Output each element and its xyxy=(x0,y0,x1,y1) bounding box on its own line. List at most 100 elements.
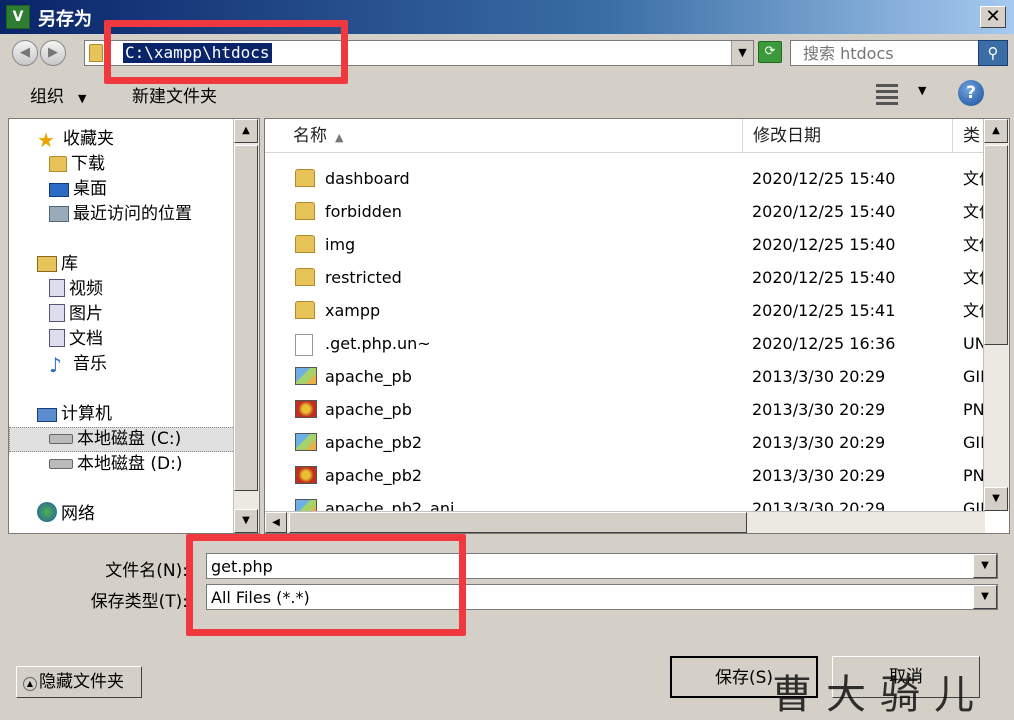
nav-item-network[interactable]: 网络 xyxy=(37,502,95,527)
nav-item-label: 计算机 xyxy=(61,404,112,424)
file-name: forbidden xyxy=(325,202,402,221)
search-box[interactable]: ⚲ xyxy=(790,40,1008,66)
file-date: 2013/3/30 20:29 xyxy=(752,433,886,452)
column-header-label: 名称 xyxy=(293,126,327,146)
forward-button[interactable]: ▶ xyxy=(40,40,66,66)
chevron-down-icon[interactable]: ▼ xyxy=(973,554,997,578)
file-date: 2020/12/25 16:36 xyxy=(752,334,896,353)
table-row[interactable]: apache_pb 2013/3/30 20:29 PNG xyxy=(265,393,985,426)
filename-field[interactable] xyxy=(211,554,951,578)
address-dropdown-button[interactable]: ▼ xyxy=(731,41,753,65)
hide-folders-label: 隐藏文件夹 xyxy=(39,672,124,692)
nav-item-label: 收藏夹 xyxy=(63,129,114,149)
picture-library-icon xyxy=(49,304,65,322)
nav-item-label: 视频 xyxy=(69,279,103,299)
file-date: 2020/12/25 15:40 xyxy=(752,268,896,287)
search-icon[interactable]: ⚲ xyxy=(978,40,1008,66)
library-icon xyxy=(37,256,57,272)
nav-item-music[interactable]: ♪ 音乐 xyxy=(49,352,107,377)
chevron-down-icon[interactable]: ▼ xyxy=(973,585,997,609)
navigation-pane: ★ 收藏夹 下载 桌面 最近访问的位置 库 视频 图片 文档 ♪ 音乐 计算机 本地… xyxy=(8,118,260,534)
table-row[interactable]: apache_pb2 2013/3/30 20:29 PNG xyxy=(265,459,985,492)
scroll-up-icon[interactable]: ▲ xyxy=(234,119,258,143)
desktop-icon xyxy=(49,183,69,197)
file-type: UN~ xyxy=(963,334,985,353)
nav-item-label: 最近访问的位置 xyxy=(73,204,192,224)
nav-item-libraries[interactable]: 库 xyxy=(37,252,78,277)
file-date: 2013/3/30 20:29 xyxy=(752,400,886,419)
table-row[interactable]: forbidden 2020/12/25 15:40 文件 xyxy=(265,195,985,228)
folder-icon xyxy=(89,44,103,62)
file-type: 文件 xyxy=(963,268,985,287)
nav-scroll-thumb[interactable] xyxy=(234,145,258,491)
address-path[interactable]: C:\xampp\htdocs xyxy=(123,43,272,63)
cancel-button[interactable]: 取消 xyxy=(832,656,980,698)
hide-folders-button[interactable]: ▲ 隐藏文件夹 xyxy=(16,666,142,698)
column-header-date[interactable]: 修改日期 xyxy=(743,119,953,153)
nav-item-desktop[interactable]: 桌面 xyxy=(49,177,107,202)
chevron-down-icon[interactable]: ▼ xyxy=(918,84,926,97)
nav-item-favorites[interactable]: ★ 收藏夹 xyxy=(37,127,114,152)
file-type: PNG xyxy=(963,400,985,419)
file-type: PNG xyxy=(963,466,985,485)
table-row[interactable]: restricted 2020/12/25 15:40 文件 xyxy=(265,261,985,294)
file-list-pane: 名称▲ 修改日期 类 dashboard 2020/12/25 15:40 文件… xyxy=(264,118,1010,534)
table-row[interactable]: apache_pb2 2013/3/30 20:29 GIF xyxy=(265,426,985,459)
file-type: 文件 xyxy=(963,301,985,320)
file-date: 2013/3/30 20:29 xyxy=(752,367,886,386)
table-row[interactable]: .get.php.un~ 2020/12/25 16:36 UN~ xyxy=(265,327,985,360)
close-button[interactable]: ✕ xyxy=(980,6,1006,28)
png-image-icon xyxy=(295,400,317,418)
organize-button[interactable]: 组织 ▼ xyxy=(30,82,86,107)
nav-item-label: 桌面 xyxy=(73,179,107,199)
folder-icon xyxy=(295,301,315,319)
address-bar[interactable]: C:\xampp\htdocs ▼ xyxy=(84,40,754,66)
nav-item-computer[interactable]: 计算机 xyxy=(37,402,112,427)
new-folder-button[interactable]: 新建文件夹 xyxy=(132,82,217,107)
file-scroll-thumb[interactable] xyxy=(984,145,1008,345)
computer-icon xyxy=(37,408,57,422)
nav-item-documents[interactable]: 文档 xyxy=(49,327,103,352)
column-header-row: 名称 ▲ 修改日期 类 xyxy=(265,119,985,153)
table-row[interactable]: xampp 2020/12/25 15:41 文件 xyxy=(265,294,985,327)
recent-places-icon xyxy=(49,206,69,222)
nav-item-drive-c[interactable]: 本地磁盘 (C:) xyxy=(49,427,181,452)
refresh-button[interactable]: ⟳ xyxy=(758,41,782,63)
nav-item-recent[interactable]: 最近访问的位置 xyxy=(49,202,192,227)
table-row[interactable]: apache_pb 2013/3/30 20:29 GIF xyxy=(265,360,985,393)
file-date: 2020/12/25 15:41 xyxy=(752,301,896,320)
nav-item-label: 图片 xyxy=(69,304,103,324)
music-library-icon: ♪ xyxy=(49,353,62,377)
scroll-up-icon[interactable]: ▲ xyxy=(984,119,1008,143)
table-row[interactable]: dashboard 2020/12/25 15:40 文件 xyxy=(265,162,985,195)
search-input[interactable] xyxy=(795,41,975,65)
nav-item-videos[interactable]: 视频 xyxy=(49,277,103,302)
scroll-left-icon[interactable]: ◀ xyxy=(265,512,287,533)
nav-item-pictures[interactable]: 图片 xyxy=(49,302,103,327)
nav-item-label: 文档 xyxy=(69,329,103,349)
back-button[interactable]: ◀ xyxy=(12,40,38,66)
nav-item-downloads[interactable]: 下载 xyxy=(49,152,105,177)
filetype-value[interactable] xyxy=(211,585,951,609)
view-options-icon[interactable] xyxy=(872,81,904,105)
table-row[interactable]: img 2020/12/25 15:40 文件 xyxy=(265,228,985,261)
help-icon[interactable]: ? xyxy=(958,80,984,106)
file-hscroll-thumb[interactable] xyxy=(289,512,747,533)
filename-combobox[interactable]: ▼ xyxy=(206,553,998,579)
filename-label: 文件名(N): xyxy=(105,561,188,581)
file-name: dashboard xyxy=(325,169,410,188)
drive-icon xyxy=(49,459,73,469)
nav-scrollbar[interactable]: ▲ ▼ xyxy=(233,119,259,533)
nav-item-label: 本地磁盘 (D:) xyxy=(77,454,183,474)
file-type: 文件 xyxy=(963,235,985,254)
scroll-down-icon[interactable]: ▼ xyxy=(234,509,258,533)
scroll-down-icon[interactable]: ▼ xyxy=(984,487,1008,511)
file-list-vertical-scrollbar[interactable]: ▲ ▼ xyxy=(983,119,1009,511)
filetype-select[interactable]: ▼ xyxy=(206,584,998,610)
png-image-icon xyxy=(295,466,317,484)
nav-item-drive-d[interactable]: 本地磁盘 (D:) xyxy=(49,452,183,477)
file-list-horizontal-scrollbar[interactable]: ◀ xyxy=(265,511,985,533)
file-type: GIF xyxy=(963,367,985,386)
column-header-name[interactable]: 名称 ▲ xyxy=(265,119,743,153)
save-button[interactable]: 保存(S) xyxy=(670,656,818,698)
